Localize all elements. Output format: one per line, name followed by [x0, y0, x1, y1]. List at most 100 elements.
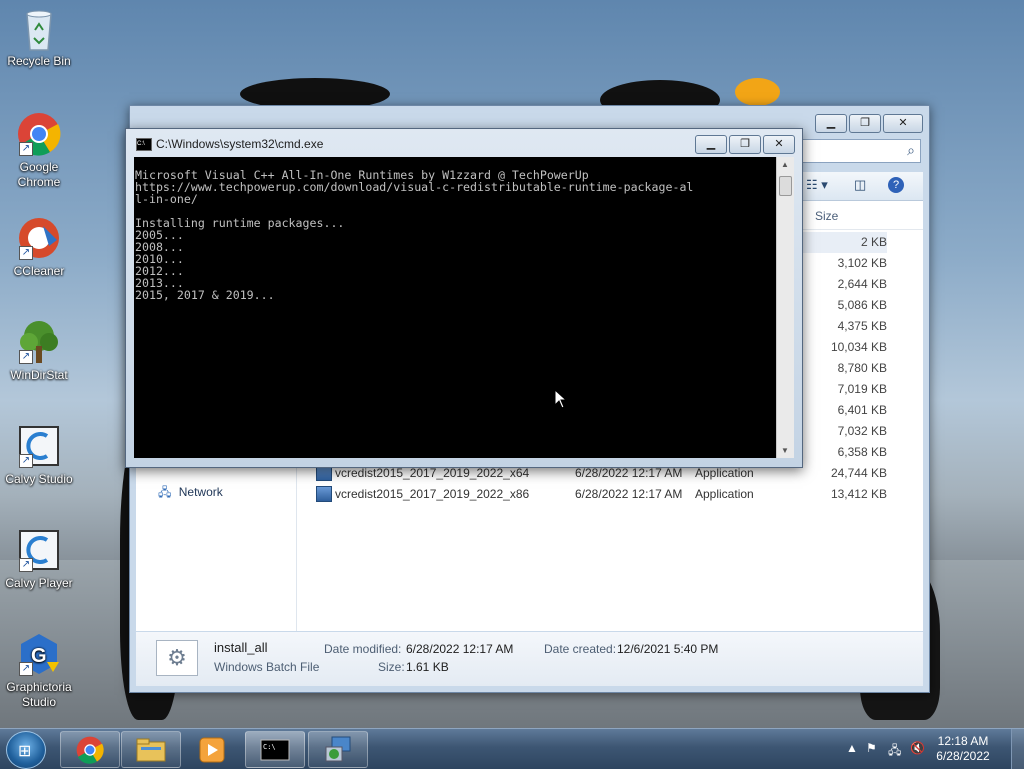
installer-icon: [325, 736, 351, 762]
system-clock[interactable]: 12:18 AM 6/28/2022: [928, 734, 998, 764]
desktop-icon-label: WinDirStat: [10, 368, 68, 382]
taskbar-button-media-player[interactable]: [182, 731, 242, 768]
cmd-caption-buttons: ▁ ❐ ✕: [695, 135, 795, 154]
windows-logo-icon: ⊞: [18, 743, 32, 760]
desktop-icon-graphictoria-studio[interactable]: G ↗ Graphictoria Studio: [0, 632, 78, 710]
file-type: Application: [695, 466, 754, 480]
close-button[interactable]: ✕: [883, 114, 923, 133]
file-name: vcredist2015_2017_2019_2022_x64: [335, 466, 530, 480]
shortcut-arrow-icon: ↗: [19, 350, 33, 364]
nav-item-network[interactable]: 🖧 Network: [158, 483, 223, 504]
details-size: 1.61 KB: [406, 660, 449, 674]
taskbar-button-explorer[interactable]: [121, 731, 181, 768]
start-button[interactable]: ⊞: [6, 731, 46, 769]
penguin-decoration: [735, 78, 780, 106]
maximize-button[interactable]: ❐: [849, 114, 881, 133]
taskbar-button-installer[interactable]: [308, 731, 368, 768]
close-button[interactable]: ✕: [763, 135, 795, 154]
taskbar: ⊞ C:\ ▲ ⚑ 🖧 🔇 12:18 AM 6/28/2022: [0, 728, 1024, 769]
cmd-window[interactable]: C:\ C:\Windows\system32\cmd.exe ▁ ❐ ✕ Mi…: [125, 128, 803, 468]
minimize-button[interactable]: ▁: [815, 114, 847, 133]
details-date-created: 12/6/2021 5:40 PM: [617, 642, 719, 656]
file-type: Application: [695, 487, 754, 501]
taskbar-button-cmd[interactable]: C:\: [245, 731, 305, 768]
file-size: 6,401 KB: [837, 403, 887, 417]
view-options-icon[interactable]: ☷ ▾: [806, 177, 828, 193]
help-icon[interactable]: ?: [888, 177, 904, 193]
file-size: 5,086 KB: [837, 298, 887, 312]
file-size: 8,780 KB: [837, 361, 887, 375]
minimize-button[interactable]: ▁: [695, 135, 727, 154]
details-pane: ⚙ install_all Windows Batch File Date mo…: [136, 632, 923, 686]
file-size: 2 KB: [860, 235, 887, 249]
desktop-icon-label: Calvy Studio: [5, 472, 73, 486]
scroll-up-arrow-icon[interactable]: ▲: [781, 160, 789, 169]
file-size: 7,019 KB: [837, 382, 887, 396]
svg-text:C:\: C:\: [263, 743, 276, 751]
show-desktop-button[interactable]: [1011, 729, 1024, 769]
file-name: vcredist2015_2017_2019_2022_x86: [335, 487, 530, 501]
network-tray-icon[interactable]: 🖧: [888, 741, 901, 762]
file-size: 24,744 KB: [830, 466, 887, 480]
console-output[interactable]: Microsoft Visual C++ All-In-One Runtimes…: [134, 157, 776, 458]
desktop-icon-calvy-studio[interactable]: ↗ Calvy Studio: [0, 424, 78, 487]
search-input[interactable]: ⌕: [789, 139, 921, 163]
volume-muted-icon[interactable]: 🔇: [910, 741, 925, 755]
explorer-caption-buttons: ▁ ❐ ✕: [815, 114, 923, 133]
window-title: C:\Windows\system32\cmd.exe: [156, 137, 324, 151]
taskbar-button-chrome[interactable]: [60, 731, 120, 768]
file-row[interactable]: vcredist2015_2017_2019_2022_x86 6/28/2022…: [297, 484, 923, 505]
search-icon: ⌕: [907, 142, 915, 158]
file-row[interactable]: 2 KB: [797, 232, 887, 253]
calvy-studio-icon: ↗: [17, 424, 61, 468]
column-header-size[interactable]: Size: [815, 209, 838, 223]
calvy-player-icon: ↗: [17, 528, 61, 572]
windirstat-icon: ↗: [17, 320, 61, 364]
file-size: 4,375 KB: [837, 319, 887, 333]
chrome-icon: ↗: [17, 112, 61, 156]
desktop-icon-google-chrome[interactable]: ↗ Google Chrome: [0, 112, 78, 190]
shortcut-arrow-icon: ↗: [19, 558, 33, 572]
recycle-bin-icon: [17, 6, 61, 51]
desktop-icon-label: Graphictoria Studio: [6, 680, 72, 709]
shortcut-arrow-icon: ↗: [19, 662, 33, 676]
shortcut-arrow-icon: ↗: [19, 454, 33, 468]
system-tray: ▲ ⚑ 🖧 🔇 12:18 AM 6/28/2022: [834, 729, 1024, 769]
cmd-icon: C:\: [260, 739, 290, 761]
desktop-icon-label: Google Chrome: [17, 160, 61, 189]
graphictoria-icon: G ↗: [17, 632, 61, 676]
cmd-icon: C:\: [136, 138, 152, 151]
details-date-created-label: Date created:: [544, 642, 617, 656]
desktop-icon-calvy-player[interactable]: ↗ Calvy Player: [0, 528, 78, 591]
scroll-thumb[interactable]: [779, 176, 792, 196]
scroll-down-arrow-icon[interactable]: ▼: [781, 446, 789, 455]
mouse-cursor-icon: [554, 389, 568, 409]
nav-item-label: Network: [178, 485, 223, 499]
action-center-flag-icon[interactable]: ⚑: [866, 741, 877, 755]
desktop-icon-ccleaner[interactable]: ↗ CCleaner: [0, 216, 78, 279]
clock-time: 12:18 AM: [937, 734, 989, 748]
file-size: 6,358 KB: [837, 445, 887, 459]
desktop: Recycle Bin ↗ Google Chrome ↗ CCleaner ↗…: [0, 0, 1024, 728]
network-icon: 🖧: [158, 485, 172, 499]
svg-text:G: G: [31, 645, 47, 667]
chrome-icon: [76, 736, 104, 764]
explorer-icon: [136, 738, 166, 762]
media-player-icon: [199, 737, 225, 763]
ccleaner-icon: ↗: [17, 216, 61, 260]
maximize-button[interactable]: ❐: [729, 135, 761, 154]
desktop-icon-recycle-bin[interactable]: Recycle Bin: [0, 6, 78, 69]
shortcut-arrow-icon: ↗: [19, 246, 33, 260]
preview-pane-icon[interactable]: ◫: [854, 177, 866, 193]
desktop-icon-label: Calvy Player: [5, 576, 73, 590]
vertical-scrollbar[interactable]: ▲ ▼: [776, 157, 794, 458]
file-date: 6/28/2022 12:17 AM: [575, 466, 683, 480]
show-hidden-icons-arrow-icon[interactable]: ▲: [846, 741, 858, 755]
application-icon: [316, 486, 332, 502]
file-size: 13,412 KB: [830, 487, 887, 501]
details-date-modified-label: Date modified:: [324, 642, 402, 656]
details-filename: install_all: [214, 640, 268, 655]
desktop-icon-label: CCleaner: [13, 264, 65, 278]
desktop-icon-windirstat[interactable]: ↗ WinDirStat: [0, 320, 78, 383]
desktop-icon-label: Recycle Bin: [7, 54, 71, 68]
